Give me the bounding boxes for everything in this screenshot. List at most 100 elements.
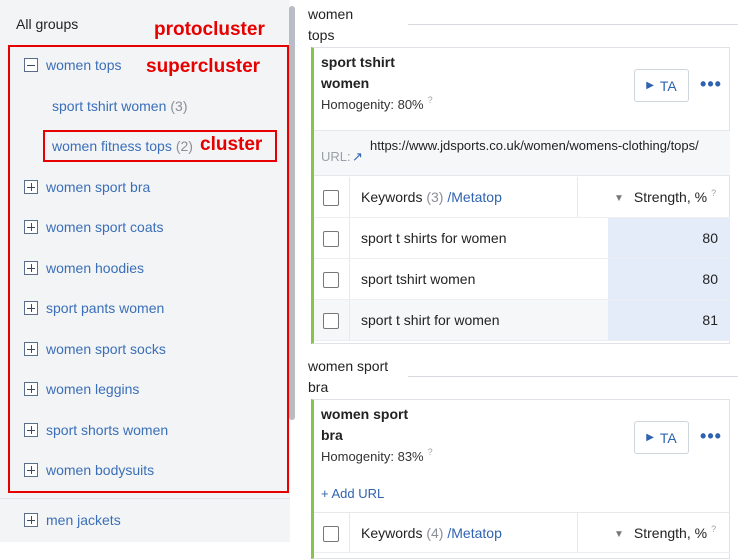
keyword-cell: sport tshirt women [361,271,476,287]
add-url-link[interactable]: + Add URL [321,486,384,501]
cluster-title-line: women [321,75,370,91]
expand-plus-icon[interactable] [24,423,38,437]
ta-button[interactable]: ▶ TA [634,421,689,454]
sidebar-item-sport-pants-women[interactable]: sport pants women [24,296,164,320]
expand-plus-icon[interactable] [24,180,38,194]
sidebar-divider [0,498,290,499]
cluster-title: sport tshirt women [321,52,395,94]
sidebar-item-label[interactable]: sport shorts women [46,422,168,438]
homogeneity: Homogenity: 83%? [321,447,433,464]
cluster-url-link[interactable]: https://www.jdsports.co.uk/women/womens-… [370,136,720,156]
cluster-card: sport tshirt women Homogenity: 80%? ▶ TA … [311,47,730,344]
expand-plus-icon[interactable] [24,220,38,234]
sidebar-item-label[interactable]: women sport coats [46,219,164,235]
keywords-column-header[interactable]: Keywords (4) /Metatop [361,525,502,541]
sidebar-item-label[interactable]: men jackets [46,512,121,528]
table-header-row: Keywords (4) /Metatop ▼ Strength, %? [314,512,730,553]
more-options-icon[interactable]: ••• [698,426,724,446]
help-icon[interactable]: ? [711,524,716,534]
column-divider [349,300,350,340]
sidebar-item-women-tops[interactable]: women tops [24,53,121,77]
more-options-icon[interactable]: ••• [698,74,724,94]
sidebar-item-label[interactable]: women sport socks [46,341,166,357]
strength-column-header[interactable]: ▼ Strength, %? [614,524,716,541]
subcluster-count: (3) [170,98,188,114]
sidebar-item-label[interactable]: women tops [46,57,121,73]
play-icon: ▶ [646,432,654,443]
help-icon[interactable]: ? [428,95,433,105]
sidebar-item-label[interactable]: women sport bra [46,179,150,195]
group-title-line: women sport [308,358,389,374]
groups-sidebar: All groups protocluster women tops super… [0,0,290,542]
sidebar-item-women-sport-bra[interactable]: women sport bra [24,175,150,199]
group-title: women tops [308,4,353,46]
sidebar-scrollbar[interactable] [289,6,295,420]
row-checkbox[interactable] [323,231,339,247]
select-all-checkbox[interactable] [323,190,339,206]
all-groups-title: All groups [16,16,79,32]
table-row: sport t shirts for women 80 [314,218,730,259]
keywords-count: (3) [426,189,444,205]
url-label: URL: [321,149,351,164]
help-icon[interactable]: ? [711,188,716,198]
sidebar-item-sport-shorts-women[interactable]: sport shorts women [24,418,168,442]
keywords-count: (4) [426,525,444,541]
row-checkbox[interactable] [323,272,339,288]
cluster-title-line: women sport [321,406,409,422]
strength-cell: 80 [608,259,730,299]
sidebar-subitem-sport-tshirt-women[interactable]: sport tshirt women (3) [52,98,188,114]
table-header-row: Keywords (3) /Metatop ▼ Strength, %? [314,177,730,218]
sidebar-item-label[interactable]: sport pants women [46,300,164,316]
play-icon: ▶ [646,80,654,91]
group-divider [408,376,738,377]
ta-button-label: TA [659,429,677,446]
group-title: women sport bra [308,356,388,398]
sidebar-subitem-women-fitness-tops[interactable]: women fitness tops (2) [52,138,193,154]
group-title-line: women [308,6,354,22]
table-row: sport t shirt for women 81 [314,300,730,341]
help-icon[interactable]: ? [428,447,433,457]
metatop-link[interactable]: /Metatop [447,525,501,541]
ta-button[interactable]: ▶ TA [634,69,689,102]
sort-desc-icon[interactable]: ▼ [614,529,624,540]
strength-value: 80 [702,271,718,287]
keywords-column-header[interactable]: Keywords (3) /Metatop [361,189,502,205]
subcluster-label[interactable]: sport tshirt women [52,98,166,114]
homogeneity-label: Homogenity: 80% [321,97,424,112]
sidebar-item-men-jackets[interactable]: men jackets [24,508,121,532]
collapse-minus-icon[interactable] [24,58,38,72]
expand-plus-icon[interactable] [24,301,38,315]
expand-plus-icon[interactable] [24,463,38,477]
table-row: sport tshirt women 80 [314,259,730,300]
select-all-checkbox[interactable] [323,526,339,542]
clusters-panel: women tops sport tshirt women Homogenity… [300,0,738,559]
keywords-header-label: Keywords [361,189,423,205]
expand-plus-icon[interactable] [24,513,38,527]
expand-plus-icon[interactable] [24,382,38,396]
sort-desc-icon[interactable]: ▼ [614,193,624,204]
cluster-card: women sport bra Homogenity: 83%? ▶ TA •••… [311,399,730,559]
protocluster-annotation: protocluster [154,19,265,40]
cluster-annotation: cluster [200,134,263,155]
keyword-cell: sport t shirt for women [361,312,500,328]
subcluster-label[interactable]: women fitness tops [52,138,172,154]
strength-cell: 81 [608,300,730,340]
strength-cell: 80 [608,218,730,258]
expand-plus-icon[interactable] [24,261,38,275]
external-link-icon[interactable]: ↗ [352,149,363,165]
sidebar-item-women-sport-coats[interactable]: women sport coats [24,215,164,239]
sidebar-item-label[interactable]: women hoodies [46,260,144,276]
expand-plus-icon[interactable] [24,342,38,356]
sidebar-item-women-hoodies[interactable]: women hoodies [24,256,144,280]
sidebar-item-women-bodysuits[interactable]: women bodysuits [24,458,154,482]
column-divider [349,177,350,217]
cluster-title-line: bra [321,427,343,443]
strength-column-header[interactable]: ▼ Strength, %? [614,188,716,205]
sidebar-item-women-sport-socks[interactable]: women sport socks [24,337,166,361]
metatop-link[interactable]: /Metatop [447,189,501,205]
row-checkbox[interactable] [323,313,339,329]
sidebar-item-label[interactable]: women leggins [46,381,139,397]
supercluster-annotation: supercluster [146,56,261,77]
sidebar-item-women-leggins[interactable]: women leggins [24,377,139,401]
sidebar-item-label[interactable]: women bodysuits [46,462,154,478]
